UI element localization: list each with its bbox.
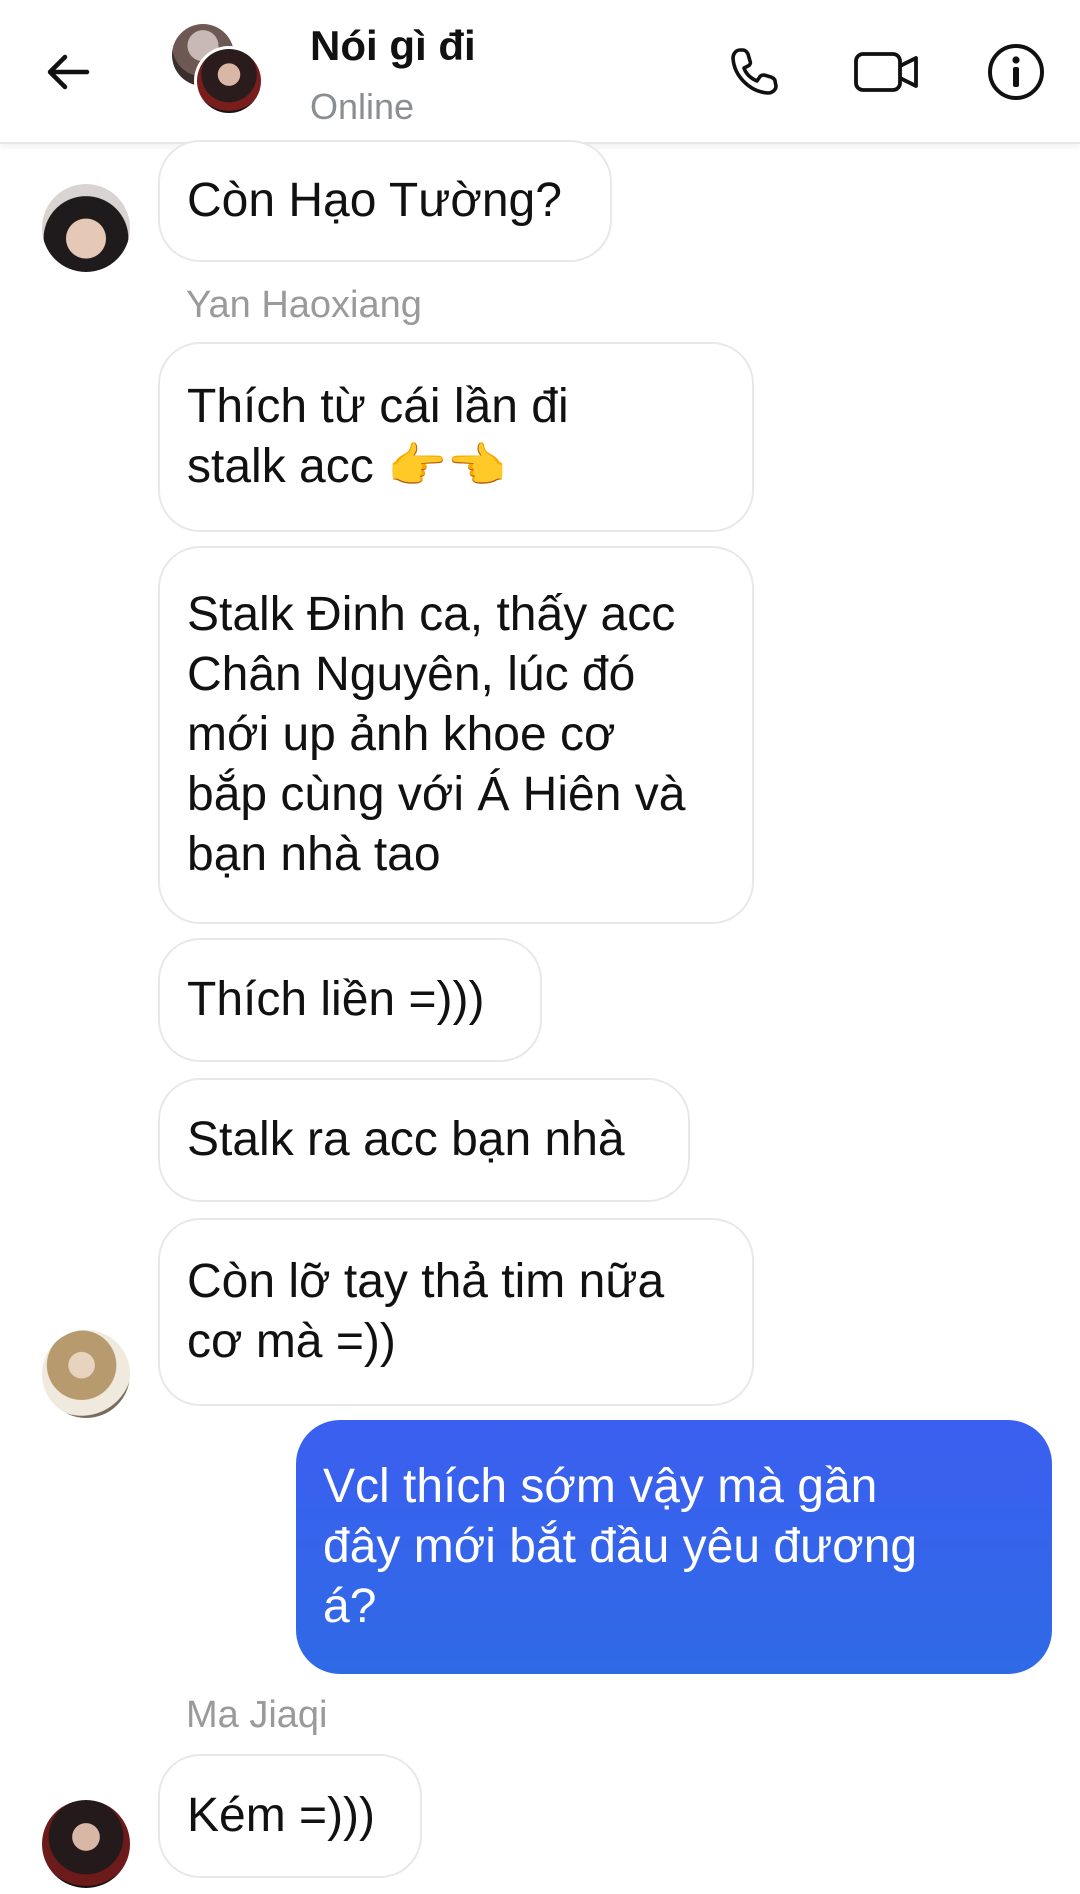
phone-icon [731, 48, 778, 95]
chat-header: Nói gì đi Online [0, 0, 1080, 144]
call-button[interactable] [722, 40, 786, 104]
sender-avatar[interactable] [42, 1330, 130, 1418]
video-camera-icon [854, 52, 918, 92]
message-text: Còn lỡ tay thả tim nữa cơ mà =)) [187, 1255, 665, 1368]
message-bubble-incoming[interactable]: Stalk Đinh ca, thấy acc Chân Nguyên, lúc… [158, 546, 754, 924]
message-bubble-outgoing[interactable]: Vcl thích sớm vậy mà gần đây mới bắt đầu… [296, 1420, 1052, 1674]
sender-avatar[interactable] [42, 184, 130, 272]
sender-name: Yan Haoxiang [186, 284, 422, 326]
message-text: Stalk ra acc bạn nhà [187, 1113, 625, 1166]
video-call-button[interactable] [852, 40, 922, 104]
message-bubble-incoming[interactable]: Thích liền =))) [158, 938, 542, 1062]
message-text: Thích liền =))) [187, 973, 485, 1026]
online-status: Online [310, 86, 415, 127]
message-bubble-incoming[interactable]: Còn lỡ tay thả tim nữa cơ mà =)) [158, 1218, 754, 1406]
arrow-left-icon [47, 54, 90, 90]
group-avatar-front [194, 46, 264, 116]
conversation-title[interactable]: Nói gì đi [310, 22, 476, 70]
message-text: Stalk Đinh ca, thấy acc Chân Nguyên, lúc… [187, 588, 686, 881]
message-bubble-incoming[interactable]: Kém =))) [158, 1754, 422, 1878]
message-text: Vcl thích sớm vậy mà gần đây mới bắt đầu… [323, 1460, 918, 1633]
sender-name: Ma Jiaqi [186, 1694, 328, 1736]
sender-avatar[interactable] [42, 1800, 130, 1888]
group-avatar[interactable] [172, 24, 264, 116]
message-bubble-incoming[interactable]: Stalk ra acc bạn nhà [158, 1078, 690, 1202]
info-button[interactable] [984, 40, 1048, 104]
message-text: Kém =))) [187, 1789, 376, 1842]
back-button[interactable] [38, 42, 98, 102]
info-icon [988, 44, 1044, 100]
message-text: Thích từ cái lần đi stalk acc 👉👈 [187, 380, 569, 493]
message-bubble-incoming[interactable]: Thích từ cái lần đi stalk acc 👉👈 [158, 342, 754, 532]
message-bubble-incoming[interactable]: Còn Hạo Tường? [158, 140, 612, 262]
message-text: Còn Hạo Tường? [187, 174, 562, 227]
